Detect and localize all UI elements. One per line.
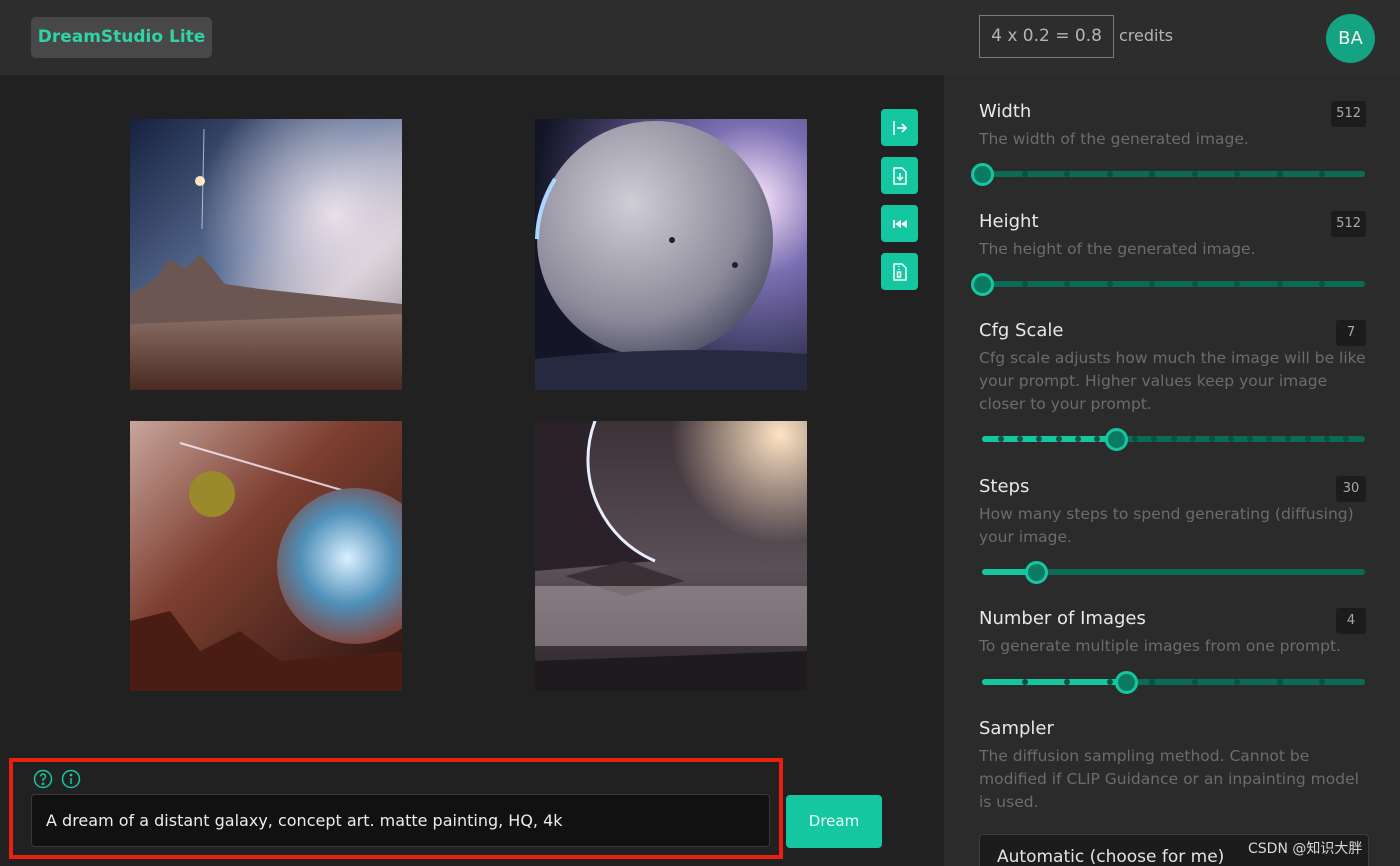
setting-description: How many steps to spend generating (diff… [979, 505, 1354, 546]
generated-image-3[interactable] [130, 421, 402, 691]
setting-description: To generate multiple images from one pro… [979, 637, 1341, 655]
slider-thumb[interactable] [1024, 561, 1048, 584]
slider-thumb[interactable] [1105, 428, 1129, 451]
slider-tick [1323, 436, 1330, 442]
setting-description: The width of the generated image. [979, 130, 1249, 148]
setting-value: 512 [1331, 101, 1366, 127]
setting-description: The height of the generated image. [979, 240, 1256, 258]
height-slider[interactable] [971, 273, 1365, 296]
slider-thumb[interactable] [971, 163, 994, 186]
slider-tick [1276, 679, 1283, 685]
slider-tick [1106, 171, 1113, 177]
help-question-icon[interactable] [33, 769, 53, 789]
slider-tick [1021, 171, 1028, 177]
info-icon[interactable] [61, 769, 81, 789]
setting-value: 7 [1336, 320, 1366, 346]
setting-title: Height [979, 211, 1039, 232]
slider-track [982, 281, 1365, 287]
export-button[interactable] [881, 109, 918, 146]
setting-description: Cfg scale adjusts how much the image wil… [979, 349, 1366, 413]
brand-logo-button[interactable]: DreamStudio Lite [31, 17, 212, 58]
setting-height: Height 512 The height of the generated i… [979, 211, 1369, 261]
top-bar: DreamStudio Lite 4 x 0.2 = 0.8 credits B… [0, 0, 1400, 75]
slider-tick [1021, 679, 1028, 685]
slider-thumb[interactable] [971, 273, 994, 296]
setting-cfg-scale: Cfg Scale 7 Cfg scale adjusts how much t… [979, 320, 1369, 416]
setting-sampler: Sampler The diffusion sampling method. C… [979, 718, 1369, 814]
download-button[interactable] [881, 157, 918, 194]
rewind-icon [892, 219, 907, 228]
generated-image-1[interactable] [130, 119, 402, 390]
prompt-help-icons [33, 769, 81, 789]
credits-cost-box: 4 x 0.2 = 0.8 [979, 15, 1114, 58]
number-of-images-slider[interactable] [982, 671, 1365, 694]
download-zip-button[interactable] [881, 253, 918, 290]
slider-tick [1170, 436, 1177, 442]
slider-tick [1227, 436, 1234, 442]
zip-file-icon [892, 262, 907, 281]
setting-value: 30 [1336, 476, 1366, 502]
dream-button[interactable]: Dream [786, 795, 882, 848]
setting-title: Steps [979, 476, 1030, 497]
slider-tick [1093, 436, 1100, 442]
slider-tick [1276, 281, 1283, 287]
slider-tick [1191, 281, 1198, 287]
setting-number-of-images: Number of Images 4 To generate multiple … [979, 608, 1369, 658]
slider-track [982, 171, 1365, 177]
slider-tick [1276, 171, 1283, 177]
slider-tick [1342, 436, 1349, 442]
user-avatar[interactable]: BA [1326, 14, 1375, 63]
download-file-icon [892, 166, 907, 185]
setting-description: The diffusion sampling method. Cannot be… [979, 747, 1359, 811]
rewind-button[interactable] [881, 205, 918, 242]
setting-title: Sampler [979, 718, 1054, 739]
slider-tick [1106, 679, 1113, 685]
steps-slider[interactable] [982, 561, 1365, 584]
slider-fill [982, 679, 1126, 685]
credits-label: credits [1119, 26, 1174, 45]
slider-thumb[interactable] [1114, 671, 1138, 694]
export-icon [892, 120, 907, 135]
setting-value: 512 [1331, 211, 1366, 237]
setting-value: 4 [1336, 608, 1366, 634]
slider-tick [1189, 436, 1196, 442]
cfg-scale-slider[interactable] [982, 428, 1365, 451]
width-slider[interactable] [971, 163, 1365, 186]
slider-tick [1055, 436, 1062, 442]
generated-image-2[interactable] [535, 119, 807, 390]
slider-tick [1021, 281, 1028, 287]
watermark-text: CSDN @知识大胖 [1248, 841, 1363, 857]
setting-title: Width [979, 101, 1032, 122]
setting-title: Number of Images [979, 608, 1146, 629]
setting-width: Width 512 The width of the generated ima… [979, 101, 1369, 151]
slider-tick [1191, 171, 1198, 177]
prompt-input[interactable] [31, 794, 770, 847]
slider-tick [1304, 436, 1311, 442]
slider-tick [1106, 281, 1113, 287]
setting-steps: Steps 30 How many steps to spend generat… [979, 476, 1369, 549]
slider-tick [1208, 436, 1215, 442]
setting-title: Cfg Scale [979, 320, 1064, 341]
generated-image-4[interactable] [535, 421, 807, 691]
slider-tick [1074, 436, 1081, 442]
slider-tick [1191, 679, 1198, 685]
